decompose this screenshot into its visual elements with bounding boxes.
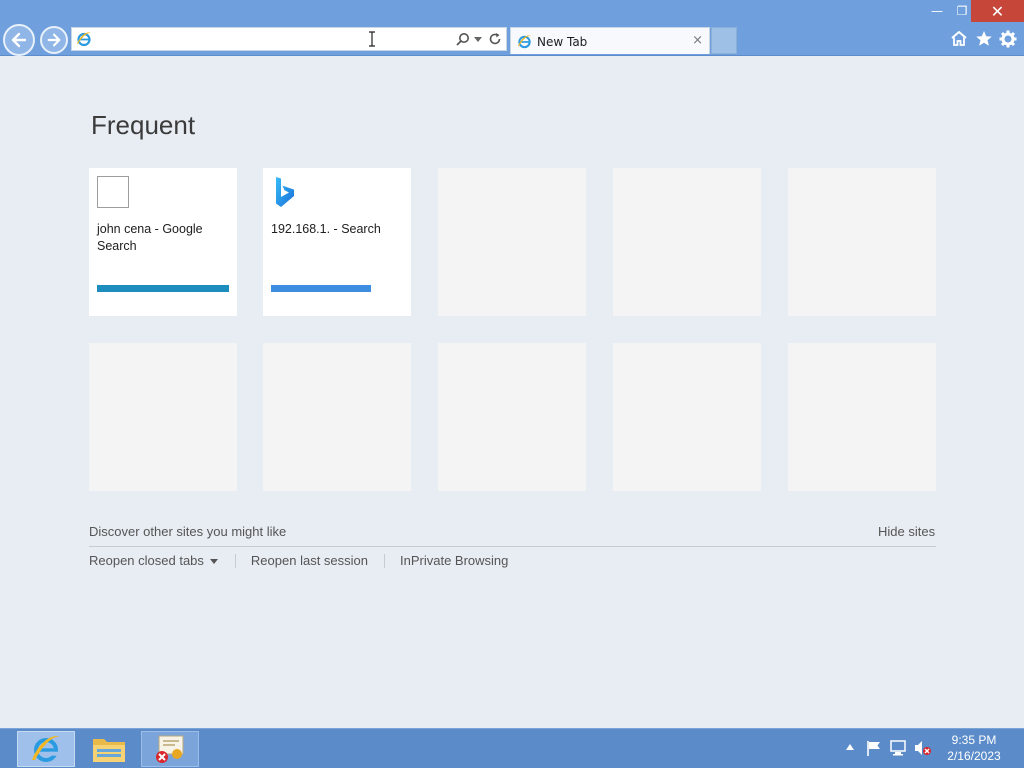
empty-tile bbox=[89, 343, 237, 491]
chevron-down-icon[interactable] bbox=[474, 37, 482, 42]
clock-time: 9:35 PM bbox=[951, 733, 997, 747]
empty-tile bbox=[788, 343, 936, 491]
tile-title: 192.168.1. - Search bbox=[271, 222, 381, 236]
discover-sites-link[interactable]: Discover other sites you might like bbox=[89, 524, 286, 539]
forward-button[interactable] bbox=[40, 26, 68, 54]
ie-icon bbox=[32, 735, 60, 762]
bing-icon bbox=[276, 177, 294, 207]
inprivate-browsing-link[interactable]: InPrivate Browsing bbox=[400, 553, 508, 568]
close-button[interactable]: ✕ bbox=[971, 0, 1024, 22]
page-title: Frequent bbox=[91, 110, 196, 140]
chevron-down-icon bbox=[209, 559, 218, 565]
link-separator bbox=[384, 553, 385, 568]
new-tab-button[interactable] bbox=[711, 27, 737, 54]
taskbar-internet-explorer[interactable] bbox=[17, 731, 75, 767]
empty-tile bbox=[788, 168, 936, 316]
certificate-icon bbox=[156, 735, 184, 763]
gear-icon[interactable] bbox=[999, 30, 1017, 48]
tab-close-button[interactable]: × bbox=[692, 34, 703, 48]
address-input[interactable] bbox=[96, 30, 366, 48]
chevron-up-icon[interactable] bbox=[846, 744, 854, 750]
address-bar[interactable] bbox=[71, 27, 507, 51]
tab-title: New Tab bbox=[537, 35, 588, 49]
ie-icon bbox=[517, 35, 532, 49]
network-icon[interactable] bbox=[890, 740, 908, 756]
tile-color-bar bbox=[97, 285, 229, 292]
taskbar-clock[interactable]: 9:35 PM 2/16/2023 bbox=[944, 732, 1004, 764]
ie-icon bbox=[77, 32, 91, 47]
tab-new-tab[interactable]: New Tab × bbox=[510, 27, 710, 54]
hide-sites-link[interactable]: Hide sites bbox=[878, 524, 935, 539]
flag-icon[interactable] bbox=[866, 740, 882, 756]
empty-tile bbox=[613, 168, 761, 316]
new-tab-links: Reopen closed tabs Reopen last session I… bbox=[89, 553, 508, 568]
frequent-tile[interactable]: john cena - Google Search bbox=[89, 168, 237, 316]
empty-tile bbox=[438, 343, 586, 491]
tile-color-bar bbox=[271, 285, 371, 292]
browser-titlebar: — ❐ ✕ New Tab × bbox=[0, 0, 1024, 56]
empty-tile bbox=[438, 168, 586, 316]
folder-icon bbox=[93, 739, 125, 762]
reopen-closed-tabs-button[interactable]: Reopen closed tabs bbox=[89, 553, 218, 568]
taskbar-file-explorer[interactable] bbox=[80, 731, 138, 767]
star-icon[interactable] bbox=[975, 30, 993, 47]
refresh-icon[interactable] bbox=[488, 32, 502, 46]
arrow-left-icon bbox=[11, 32, 27, 48]
back-button[interactable] bbox=[3, 24, 35, 56]
volume-muted-icon[interactable] bbox=[914, 740, 932, 756]
home-icon[interactable] bbox=[950, 30, 968, 47]
reopen-last-session-link[interactable]: Reopen last session bbox=[251, 553, 368, 568]
text-cursor-icon bbox=[369, 31, 375, 47]
tile-title: john cena - Google Search bbox=[97, 222, 203, 253]
reopen-closed-tabs-label: Reopen closed tabs bbox=[89, 553, 204, 568]
clock-date: 2/16/2023 bbox=[947, 749, 1001, 763]
link-separator bbox=[234, 553, 236, 568]
empty-tile bbox=[263, 343, 411, 491]
divider bbox=[89, 546, 936, 547]
blank-page-icon bbox=[97, 176, 129, 208]
search-icon[interactable] bbox=[456, 32, 470, 46]
frequent-tile[interactable]: 192.168.1. - Search bbox=[263, 168, 411, 316]
taskbar-certificate-manager[interactable] bbox=[141, 731, 199, 767]
arrow-right-icon bbox=[47, 33, 61, 47]
empty-tile bbox=[613, 343, 761, 491]
